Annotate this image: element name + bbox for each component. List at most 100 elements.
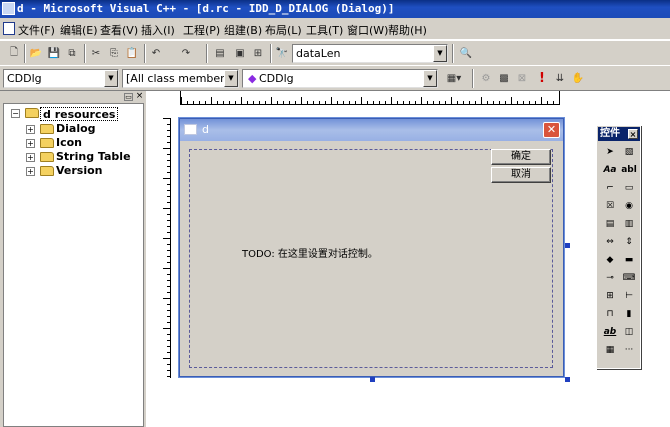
- vertical-scrollbar-icon[interactable]: ⇕: [621, 234, 637, 250]
- go-icon[interactable]: ⇊: [552, 70, 568, 86]
- standard-toolbar: 🗋 📂 💾 ⧉ ✂ ⎘ 📋 ↶ ↷ ▤ ▣ ⊞ 🔭 dataLen ▼ 🔍: [0, 40, 670, 66]
- animate-icon[interactable]: ▮: [621, 306, 637, 322]
- pane-close-icon[interactable]: ×: [135, 92, 144, 101]
- dialog-template[interactable]: d ✕ 确定 取消 TODO: 在这里设置对话控制。: [179, 118, 564, 377]
- horizontal-ruler[interactable]: [180, 91, 560, 105]
- filter-combo-value: [All class members]: [126, 72, 235, 85]
- build-icon[interactable]: ▩: [496, 70, 512, 86]
- custom-control-icon[interactable]: [602, 354, 618, 370]
- menu-help[interactable]: 帮助(H): [388, 22, 427, 38]
- list-control-icon[interactable]: ⊞: [602, 288, 618, 304]
- folder-icon: [40, 138, 54, 148]
- save-icon[interactable]: 💾: [46, 45, 62, 61]
- menu-bar: 文件(F) 编辑(E) 查看(V) 插入(I) 工程(P) 组建(B) 布局(L…: [0, 18, 670, 40]
- hotkey-icon[interactable]: ⌨: [621, 270, 637, 286]
- workspace-icon[interactable]: ▤: [212, 45, 228, 61]
- folder-icon: [25, 108, 39, 118]
- tree-item-version[interactable]: Version: [56, 164, 103, 178]
- button-icon[interactable]: ▭: [621, 180, 637, 196]
- ip-address-icon[interactable]: ···: [621, 342, 637, 358]
- undo-icon[interactable]: ↶: [148, 45, 164, 61]
- tree-control-icon[interactable]: ⊢: [621, 288, 637, 304]
- title-bar: d - Microsoft Visual C++ - [d.rc - IDD_D…: [0, 0, 670, 18]
- cancel-button[interactable]: 取消: [491, 167, 551, 183]
- palette-title-bar[interactable]: 控件 ×: [598, 127, 640, 141]
- window-list-icon[interactable]: ⊞: [250, 45, 266, 61]
- resize-handle[interactable]: [565, 243, 570, 248]
- tree-item-string-table[interactable]: String Table: [56, 150, 131, 164]
- execute-icon[interactable]: !: [534, 70, 550, 86]
- ok-button[interactable]: 确定: [491, 149, 551, 165]
- cut-icon[interactable]: ✂: [88, 45, 104, 61]
- menu-view[interactable]: 查看(V): [100, 22, 138, 38]
- static-text-icon[interactable]: Aa: [602, 162, 618, 178]
- menu-tools[interactable]: 工具(T): [306, 22, 343, 38]
- controls-palette: 控件 × ➤ ▧ Aa abl ⌐ ▭ ☒ ◉ ▤ ▥ ⇔ ⇕ ◆ ▬ ⊸ ⌨ …: [596, 125, 641, 369]
- spin-icon[interactable]: ◆: [602, 252, 618, 268]
- find-in-files-icon[interactable]: 🔭: [274, 45, 290, 61]
- tab-control-icon[interactable]: ⊓: [602, 306, 618, 322]
- compile-icon[interactable]: ⚙: [478, 70, 494, 86]
- redo-icon[interactable]: ↷: [178, 45, 194, 61]
- horizontal-scrollbar-icon[interactable]: ⇔: [602, 234, 618, 250]
- close-icon[interactable]: ×: [628, 129, 638, 139]
- dialog-title: d: [202, 123, 209, 136]
- open-icon[interactable]: 📂: [28, 45, 44, 61]
- menu-file[interactable]: 文件(F): [18, 22, 55, 38]
- pane-maximize-icon[interactable]: ▭: [124, 93, 133, 101]
- todo-static-text[interactable]: TODO: 在这里设置对话控制。: [242, 245, 378, 260]
- member-combo[interactable]: ◆ CDDlg ▼: [242, 69, 438, 88]
- chevron-down-icon[interactable]: ▼: [104, 70, 118, 87]
- expand-icon[interactable]: +: [26, 167, 35, 176]
- stop-build-icon[interactable]: ⊠: [514, 70, 530, 86]
- tree-item-dialog[interactable]: Dialog: [56, 122, 96, 136]
- wizard-action-icon[interactable]: ▦▾: [442, 70, 466, 86]
- slider-icon[interactable]: ⊸: [602, 270, 618, 286]
- find-combo[interactable]: dataLen ▼: [292, 44, 448, 63]
- document-icon[interactable]: [3, 22, 15, 35]
- vertical-ruler[interactable]: [157, 118, 171, 378]
- class-combo-value: CDDlg: [7, 72, 42, 85]
- menu-edit[interactable]: 编辑(E): [60, 22, 98, 38]
- save-all-icon[interactable]: ⧉: [64, 45, 80, 61]
- chevron-down-icon[interactable]: ▼: [224, 70, 238, 87]
- date-time-picker-icon[interactable]: ◫: [621, 324, 637, 340]
- radio-button-icon[interactable]: ◉: [621, 198, 637, 214]
- tree-item-icon[interactable]: Icon: [56, 136, 82, 150]
- copy-icon[interactable]: ⎘: [106, 45, 122, 61]
- menu-window[interactable]: 窗口(W): [347, 22, 388, 38]
- window-icon: [184, 124, 197, 135]
- find-icon[interactable]: 🔍: [458, 45, 474, 61]
- tree-root[interactable]: d resources: [40, 107, 119, 121]
- resize-handle[interactable]: [370, 377, 375, 382]
- edit-box-icon[interactable]: abl: [621, 162, 637, 178]
- new-file-icon[interactable]: 🗋: [6, 45, 22, 61]
- menu-layout[interactable]: 布局(L): [265, 22, 302, 38]
- breakpoint-icon[interactable]: ✋: [570, 70, 586, 86]
- progress-icon[interactable]: ▬: [621, 252, 637, 268]
- expand-icon[interactable]: +: [26, 125, 35, 134]
- paste-icon[interactable]: 📋: [124, 45, 140, 61]
- filter-combo[interactable]: [All class members] ▼: [122, 69, 239, 88]
- collapse-icon[interactable]: −: [11, 109, 20, 118]
- class-combo[interactable]: CDDlg ▼: [3, 69, 119, 88]
- app-icon: [2, 2, 15, 15]
- expand-icon[interactable]: +: [26, 153, 35, 162]
- group-box-icon[interactable]: ⌐: [602, 180, 618, 196]
- check-box-icon[interactable]: ☒: [602, 198, 618, 214]
- menu-insert[interactable]: 插入(I): [141, 22, 175, 38]
- dialog-title-bar[interactable]: d ✕: [180, 119, 563, 141]
- output-icon[interactable]: ▣: [232, 45, 248, 61]
- picture-icon[interactable]: ▧: [621, 144, 637, 160]
- menu-build[interactable]: 组建(B): [224, 22, 262, 38]
- close-icon[interactable]: ✕: [543, 122, 560, 138]
- list-box-icon[interactable]: ▥: [621, 216, 637, 232]
- chevron-down-icon[interactable]: ▼: [433, 45, 447, 62]
- resize-handle[interactable]: [565, 377, 570, 382]
- pointer-icon[interactable]: ➤: [602, 144, 618, 160]
- combo-box-icon[interactable]: ▤: [602, 216, 618, 232]
- chevron-down-icon[interactable]: ▼: [423, 70, 437, 87]
- expand-icon[interactable]: +: [26, 139, 35, 148]
- rich-edit-icon[interactable]: ab: [602, 324, 618, 340]
- menu-project[interactable]: 工程(P): [183, 22, 220, 38]
